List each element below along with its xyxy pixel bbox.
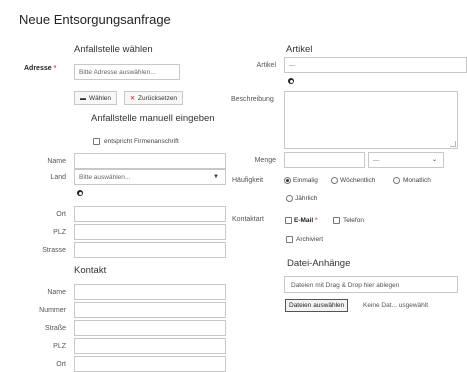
land-label: Land	[50, 174, 66, 181]
reset-button[interactable]: ✕ Zurücksetzen	[124, 91, 184, 105]
contact-street-label: Straße	[44, 325, 66, 332]
contact-name-label: Name	[47, 289, 66, 296]
contact-ort-label: Ort	[56, 361, 66, 368]
contact-plz-label: PLZ	[53, 343, 66, 350]
location-pin-icon[interactable]	[288, 78, 294, 84]
email-checkbox[interactable]	[285, 217, 292, 224]
resize-handle-icon[interactable]	[450, 141, 456, 147]
ort-input[interactable]	[74, 206, 226, 222]
radio-jaehrlich[interactable]	[286, 195, 293, 202]
strasse-label: Strasse	[42, 247, 66, 254]
file-status-text: Keine Dat... usgewählt	[363, 302, 429, 309]
land-select[interactable]: Bitte auswählen... ▼	[74, 169, 226, 185]
unit-select[interactable]: --- ⌄	[368, 152, 444, 168]
required-mark: *	[53, 65, 57, 72]
name-input[interactable]	[74, 153, 226, 169]
frequency-label: Häufigkeit	[232, 177, 264, 184]
artikel-label: Artikel	[256, 62, 276, 69]
location-pin-icon[interactable]	[77, 190, 83, 196]
email-option-label: E-Mail *	[294, 217, 318, 224]
address-select[interactable]: Bitte Adresse auswählen...	[74, 64, 180, 80]
radio-woechentlich[interactable]	[331, 177, 338, 184]
plz-input[interactable]	[74, 224, 226, 240]
section-title-artikel: Artikel	[286, 44, 313, 55]
manual-entry-title: Anfallstelle manuell eingeben	[91, 113, 215, 124]
strasse-input[interactable]	[74, 242, 226, 258]
list-icon: ▬	[80, 96, 86, 102]
radio-einmalig[interactable]	[284, 177, 291, 184]
caret-down-icon: ▼	[213, 174, 219, 180]
page-title: Neue Entsorgungsanfrage	[19, 12, 171, 27]
choose-button[interactable]: ▬ Wählen	[74, 91, 118, 105]
phone-option-label: Telefon	[343, 217, 364, 224]
archived-checkbox[interactable]	[286, 236, 293, 243]
contact-number-label: Nummer	[39, 307, 66, 314]
contact-type-label: Kontaktart	[232, 216, 264, 223]
contact-plz-input[interactable]	[74, 338, 226, 354]
choose-files-button[interactable]: Dateien auswählen	[285, 299, 349, 312]
address-label: Adresse *	[24, 65, 57, 72]
chevron-down-icon: ⌄	[431, 157, 437, 163]
radio-jaehrlich-label: Jährlich	[295, 195, 318, 202]
ort-label: Ort	[56, 211, 66, 218]
contact-name-input[interactable]	[74, 284, 226, 300]
contact-section-title: Kontakt	[74, 265, 107, 276]
close-icon: ✕	[130, 96, 136, 102]
file-dropzone[interactable]: Dateien mit Drag & Drop hier ablegen	[284, 276, 458, 293]
artikel-select[interactable]: ---	[284, 57, 467, 73]
description-textarea[interactable]	[284, 91, 458, 149]
radio-monatlich-label: Monatlich	[403, 177, 431, 184]
company-address-checkbox[interactable]	[93, 138, 100, 145]
name-label: Name	[47, 158, 66, 165]
description-label: Beschreibung	[231, 96, 274, 103]
plz-label: PLZ	[53, 229, 66, 236]
attachments-title: Datei-Anhänge	[287, 258, 351, 269]
contact-number-input[interactable]	[74, 302, 226, 318]
phone-checkbox[interactable]	[333, 217, 340, 224]
quantity-input[interactable]	[284, 152, 365, 168]
radio-monatlich[interactable]	[393, 177, 400, 184]
menge-label: Menge	[254, 157, 276, 164]
radio-woechentlich-label: Wöchentlich	[340, 177, 376, 184]
section-title-anfallstelle: Anfallstelle wählen	[74, 44, 153, 55]
required-mark: *	[314, 217, 318, 224]
contact-street-input[interactable]	[74, 320, 226, 336]
archived-label: Archiviert	[296, 236, 324, 243]
radio-einmalig-label: Einmalig	[293, 177, 318, 184]
company-address-label: entspricht Firmenanschrift	[104, 138, 179, 145]
contact-ort-input[interactable]	[74, 356, 226, 372]
